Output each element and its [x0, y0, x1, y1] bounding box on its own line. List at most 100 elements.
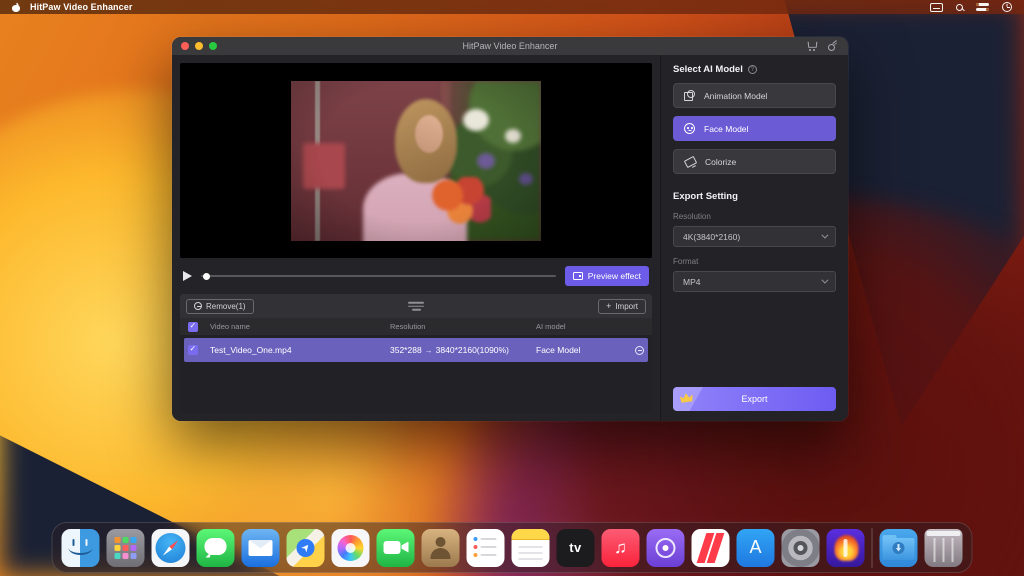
notes-line	[518, 551, 543, 554]
menubar-app-name[interactable]: HitPaw Video Enhancer	[30, 2, 132, 12]
menubar-status-icons	[930, 2, 1012, 12]
podcasts-dot	[662, 544, 669, 551]
vignette-overlay	[291, 80, 541, 241]
collapse-handle-icon[interactable]	[408, 301, 424, 311]
remove-label: Remove(1)	[206, 301, 246, 311]
dock-icon-trash[interactable]	[924, 528, 963, 567]
dock-icon-hitpaw[interactable]	[826, 528, 865, 567]
table-row[interactable]: Test_Video_One.mp4 352*288 → 3840*2160(1…	[184, 338, 648, 362]
remove-row-icon[interactable]	[635, 345, 644, 355]
dock-icon-facetime[interactable]	[376, 528, 415, 567]
dock-icon-maps[interactable]	[286, 528, 325, 567]
window-titlebar[interactable]: HitPaw Video Enhancer	[172, 37, 848, 55]
face-model-icon	[684, 123, 695, 134]
launchpad-grid	[114, 536, 121, 543]
format-select[interactable]: MP4	[673, 271, 836, 292]
animation-model-label: Animation Model	[704, 90, 768, 101]
select-all-checkbox[interactable]	[188, 321, 198, 332]
dock-icon-messages[interactable]	[196, 528, 235, 567]
dock-icon-appstore[interactable]: A	[736, 528, 775, 567]
trash-rib	[951, 537, 953, 562]
face-model-label: Face Model	[704, 123, 749, 134]
colorize-icon	[684, 156, 696, 167]
dock-icon-tv[interactable]: tv	[556, 528, 595, 567]
chevron-down-icon	[821, 231, 829, 239]
import-label: Import	[615, 301, 638, 311]
resolution-label: Resolution	[673, 212, 711, 221]
notes-header-strip	[511, 528, 550, 540]
face-model-button[interactable]: Face Model	[673, 116, 836, 141]
slider-thumb[interactable]	[203, 272, 210, 280]
resolution-select[interactable]: 4K(3840*2160)	[673, 226, 836, 247]
remove-button[interactable]: Remove(1)	[186, 298, 254, 314]
notes-line	[518, 545, 543, 548]
export-button[interactable]: Export	[673, 387, 836, 411]
reminders-line	[480, 545, 497, 548]
dock-icon-music[interactable]: ♫	[601, 528, 640, 567]
export-setting-heading: Export Setting	[673, 191, 738, 202]
progress-slider[interactable]	[201, 272, 556, 280]
handle-bar	[408, 301, 424, 304]
dock-icon-launchpad[interactable]	[106, 528, 145, 567]
reminders-bullet	[473, 544, 478, 549]
facetime-lens	[401, 541, 409, 553]
dock-icon-notes[interactable]	[511, 528, 550, 567]
row-checkbox[interactable]	[188, 344, 198, 355]
dock-icon-downloads[interactable]	[879, 528, 918, 567]
clock-icon[interactable]	[1002, 2, 1012, 12]
animation-model-button[interactable]: Animation Model	[673, 83, 836, 108]
import-button[interactable]: + Import	[598, 298, 646, 314]
column-video-name: Video name	[210, 322, 250, 331]
titlebar-action-icons	[807, 37, 838, 55]
messages-bubble	[204, 537, 227, 555]
crown-icon	[679, 392, 693, 405]
dock: tv ♫ A	[51, 522, 973, 573]
trash-rib	[933, 537, 935, 562]
video-preview-box	[180, 63, 652, 258]
dock-icon-photos[interactable]	[331, 528, 370, 567]
window-body: Preview effect Remove(1) + Import ✓ Vide…	[172, 55, 848, 421]
notes-line	[518, 557, 543, 560]
resolution-value: 4K(3840*2160)	[683, 231, 741, 242]
row-check-cell	[188, 344, 210, 355]
cart-icon[interactable]	[807, 42, 816, 51]
resolution-to: 3840*2160(1090%)	[435, 345, 509, 355]
music-note-icon: ♫	[614, 537, 627, 557]
play-button[interactable]	[183, 271, 192, 281]
player-controls: Preview effect	[180, 264, 652, 288]
reminders-bullet	[473, 536, 478, 541]
right-panel: Select AI Model ? Animation Model Face M…	[660, 55, 848, 421]
plus-icon: +	[606, 301, 612, 311]
keyboard-icon[interactable]	[930, 2, 943, 12]
dock-icon-contacts[interactable]	[421, 528, 460, 567]
preview-effect-button[interactable]: Preview effect	[564, 266, 649, 286]
dock-icon-finder[interactable]	[61, 528, 100, 567]
dock-icon-safari[interactable]	[151, 528, 190, 567]
info-icon[interactable]: ?	[747, 65, 757, 74]
row-video-name: Test_Video_One.mp4	[210, 345, 292, 355]
control-center-icon[interactable]	[976, 3, 989, 12]
toggle-2	[976, 7, 989, 11]
table-header: Video name Resolution AI model	[180, 318, 652, 335]
row-minus-cell	[624, 345, 644, 355]
format-label: Format	[673, 257, 699, 266]
row-ai-model: Face Model	[536, 345, 581, 355]
colorize-button[interactable]: Colorize	[673, 149, 836, 174]
search-icon[interactable]	[956, 3, 963, 11]
dock-icon-mail[interactable]	[241, 528, 280, 567]
gear-icon	[793, 540, 808, 555]
row-resolution: 352*288 → 3840*2160(1090%)	[390, 345, 536, 355]
facetime-camera	[383, 540, 401, 554]
dock-icon-reminders[interactable]	[466, 528, 505, 567]
video-frame[interactable]	[291, 80, 541, 241]
select-ai-model-heading: Select AI Model ?	[673, 64, 836, 75]
minus-circle-icon	[194, 302, 202, 310]
key-icon[interactable]	[828, 42, 838, 51]
dock-icon-news[interactable]	[691, 528, 730, 567]
dock-separator	[871, 527, 873, 568]
apple-menu[interactable]	[12, 2, 20, 12]
hitpaw-slit	[843, 538, 848, 557]
colorize-label: Colorize	[705, 156, 737, 167]
dock-icon-system-settings[interactable]	[781, 528, 820, 567]
dock-icon-podcasts[interactable]	[646, 528, 685, 567]
